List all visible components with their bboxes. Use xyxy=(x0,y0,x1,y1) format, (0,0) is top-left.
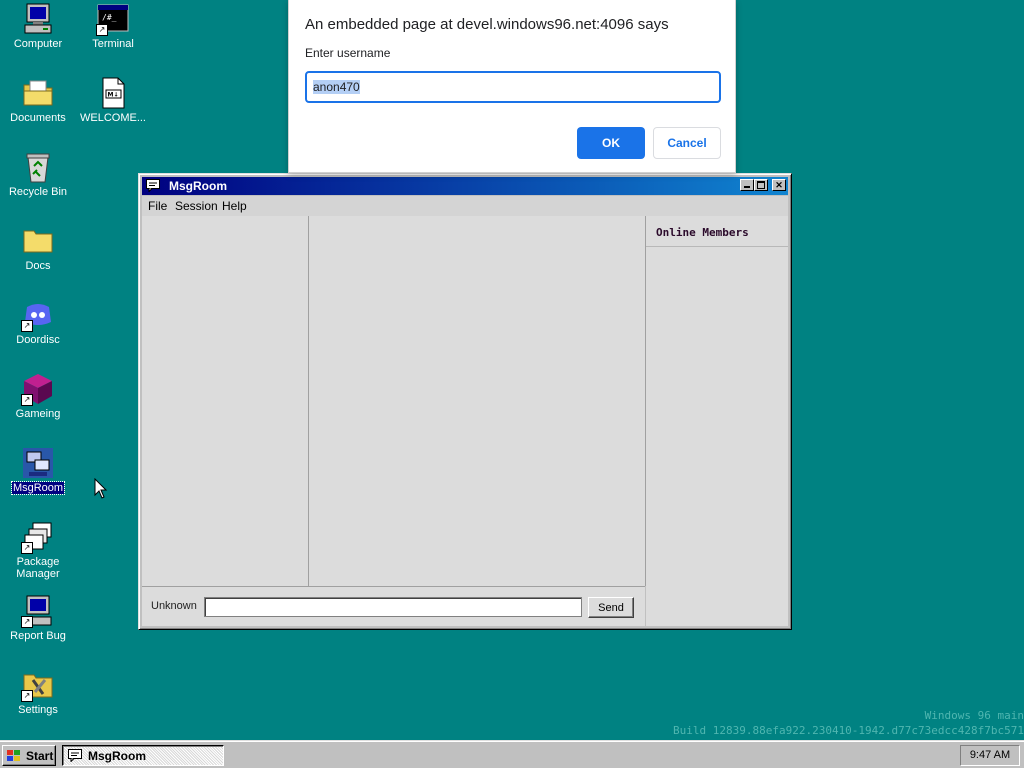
ok-button[interactable]: OK xyxy=(577,127,645,159)
desktop-icon-label: Report Bug xyxy=(10,630,66,642)
desktop-icon-package-manager[interactable]: ↗ Package Manager xyxy=(0,520,76,580)
desktop-icon-label: Docs xyxy=(25,260,51,272)
compose-bar: Unknown Send xyxy=(142,586,645,626)
rooms-panel[interactable] xyxy=(142,216,309,586)
shortcut-arrow-icon: ↗ xyxy=(21,542,33,554)
doordisc-icon: ↗ xyxy=(21,298,55,332)
msgroom-chat-icon xyxy=(68,749,82,763)
taskbar-item-label: MsgRoom xyxy=(88,749,146,763)
close-button[interactable]: ✕ xyxy=(772,179,786,191)
menu-file[interactable]: File xyxy=(148,199,167,213)
taskbar-item-msgroom[interactable]: MsgRoom xyxy=(62,745,224,766)
msgroom-window: MsgRoom ✕ File Session Help Online Membe… xyxy=(138,173,792,630)
online-members-panel[interactable]: Online Members xyxy=(646,216,788,626)
close-icon: ✕ xyxy=(775,179,783,190)
desktop-icon-gameing[interactable]: ↗ Gameing xyxy=(0,372,76,420)
desktop-icon-documents[interactable]: Documents xyxy=(0,76,76,124)
desktop-icon-msgroom[interactable]: MsgRoom xyxy=(0,446,76,495)
taskbar: Start MsgRoom 9:47 AM xyxy=(0,740,1024,768)
mouse-pointer-icon xyxy=(94,477,108,500)
shortcut-arrow-icon: ↗ xyxy=(21,616,33,628)
shortcut-arrow-icon: ↗ xyxy=(21,690,33,702)
desktop-icon-label: Doordisc xyxy=(16,334,60,346)
menu-session[interactable]: Session xyxy=(175,199,218,213)
msgroom-icon xyxy=(21,446,55,480)
window-title: MsgRoom xyxy=(169,179,227,193)
minimize-button[interactable] xyxy=(740,179,754,191)
chat-log-panel[interactable] xyxy=(309,216,646,586)
computer-icon xyxy=(21,2,55,36)
report-bug-icon: ↗ xyxy=(21,594,55,628)
desktop-icon-label: MsgRoom xyxy=(10,481,66,495)
desktop-icon-label: Terminal xyxy=(92,38,134,50)
divider xyxy=(646,246,788,247)
maximize-button[interactable] xyxy=(754,179,768,191)
username-label[interactable]: Unknown xyxy=(151,600,197,612)
terminal-icon: /#_ ↗ xyxy=(96,2,130,36)
desktop-icon-recycle-bin[interactable]: Recycle Bin xyxy=(0,150,76,198)
desktop-icon-label: WELCOME... xyxy=(79,112,146,124)
desktop-icon-label: Computer xyxy=(13,38,63,50)
package-manager-icon: ↗ xyxy=(21,520,55,554)
desktop-icon-label: Recycle Bin xyxy=(8,186,68,198)
online-members-heading: Online Members xyxy=(656,226,749,239)
dialog-message: Enter username xyxy=(305,46,391,60)
shortcut-arrow-icon: ↗ xyxy=(96,24,108,36)
markdown-file-icon: M↓ xyxy=(96,76,130,110)
recycle-bin-icon xyxy=(21,150,55,184)
menu-bar: File Session Help xyxy=(142,196,788,216)
shortcut-arrow-icon: ↗ xyxy=(21,394,33,406)
desktop-icon-report-bug[interactable]: ↗ Report Bug xyxy=(0,594,76,642)
watermark-line-1: Windows 96 main xyxy=(924,709,1024,722)
desktop-icon-label: Gameing xyxy=(15,408,61,420)
start-label: Start xyxy=(26,749,54,763)
desktop-icon-settings[interactable]: ↗ Settings xyxy=(0,668,76,716)
desktop-icon-doordisc[interactable]: ↗ Doordisc xyxy=(0,298,76,346)
watermark-line-2: Build 12839.88efa922.230410-1942.d77c73e… xyxy=(673,724,1024,737)
folder-icon xyxy=(21,224,55,258)
desktop-icon-computer[interactable]: Computer xyxy=(0,2,76,50)
shortcut-arrow-icon: ↗ xyxy=(21,320,33,332)
window-titlebar[interactable]: MsgRoom ✕ xyxy=(142,177,788,195)
desktop-icon-label: Documents xyxy=(10,112,66,124)
menu-help[interactable]: Help xyxy=(222,199,247,213)
desktop-icon-label: Settings xyxy=(18,704,58,716)
build-watermark: Windows 96 main Build 12839.88efa922.230… xyxy=(673,708,1024,738)
windows-logo-icon xyxy=(7,750,21,762)
start-button[interactable]: Start xyxy=(2,745,56,766)
minimize-icon xyxy=(744,185,750,188)
svg-text:M↓: M↓ xyxy=(108,92,119,99)
settings-icon: ↗ xyxy=(21,668,55,702)
cube-icon: ↗ xyxy=(21,372,55,406)
username-input[interactable] xyxy=(305,71,721,103)
maximize-icon xyxy=(757,181,765,189)
send-button[interactable]: Send xyxy=(588,597,634,618)
desktop-icon-label: Package Manager xyxy=(16,556,60,580)
desktop-icon-terminal[interactable]: /#_ ↗ Terminal xyxy=(75,2,151,50)
documents-folder-icon xyxy=(21,76,55,110)
desktop-icon-welcome[interactable]: M↓ WELCOME... xyxy=(75,76,151,124)
dialog-title: An embedded page at devel.windows96.net:… xyxy=(305,16,669,33)
system-clock: 9:47 AM xyxy=(960,745,1020,766)
cancel-button[interactable]: Cancel xyxy=(653,127,721,159)
svg-text:/#_: /#_ xyxy=(102,13,117,22)
msgroom-chat-icon xyxy=(146,179,160,193)
message-input[interactable] xyxy=(204,597,582,617)
prompt-dialog: An embedded page at devel.windows96.net:… xyxy=(288,0,736,173)
desktop-icon-docs[interactable]: Docs xyxy=(0,224,76,272)
